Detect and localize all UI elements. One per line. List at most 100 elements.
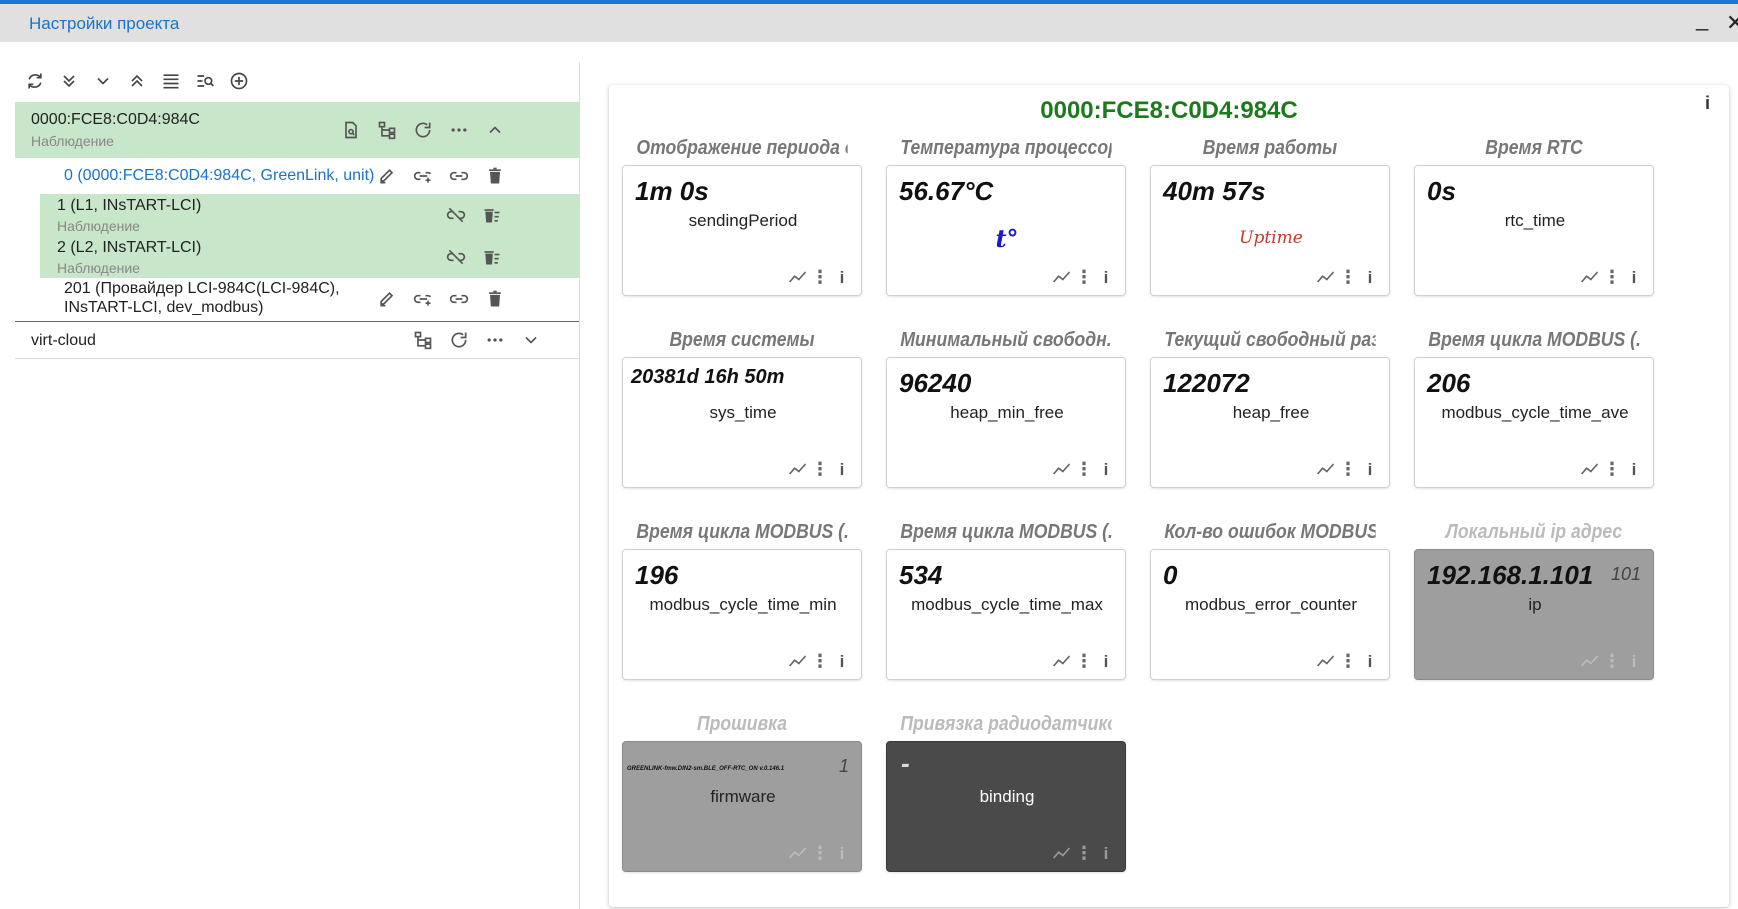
tile-body[interactable]: 96240 heap_min_free ⋮ i: [886, 357, 1126, 488]
add-circle-icon[interactable]: [226, 68, 252, 94]
link-off-icon[interactable]: [438, 200, 474, 230]
link-icon[interactable]: [441, 284, 477, 314]
delete-icon[interactable]: [477, 284, 513, 314]
tile-actions: ⋮ i: [787, 651, 853, 671]
tile-body[interactable]: 192.168.1.101 101 ip ⋮ i: [1414, 549, 1654, 680]
chart-icon[interactable]: [787, 651, 809, 671]
tile-body[interactable]: 40m 57s Uptime ⋮ i: [1150, 165, 1390, 296]
chart-icon[interactable]: [1579, 267, 1601, 287]
info-icon[interactable]: i: [1359, 651, 1381, 671]
chart-icon[interactable]: [1051, 651, 1073, 671]
tile-body[interactable]: 206 modbus_cycle_time_ave ⋮ i: [1414, 357, 1654, 488]
tile-body[interactable]: 56.67°C t° ⋮ i: [886, 165, 1126, 296]
more-vert-icon[interactable]: ⋮: [1073, 843, 1095, 863]
tile-body[interactable]: 0 modbus_error_counter ⋮ i: [1150, 549, 1390, 680]
info-icon[interactable]: i: [1359, 267, 1381, 287]
tree-node-provider[interactable]: 201 (Провайдер LCI-984C(LCI-984C), INsTA…: [15, 278, 579, 320]
more-icon[interactable]: [441, 115, 477, 145]
tree-node-cloud[interactable]: virt-cloud: [15, 322, 579, 358]
chart-icon[interactable]: [1051, 843, 1073, 863]
info-icon[interactable]: i: [831, 267, 853, 287]
reload-icon[interactable]: [441, 325, 477, 355]
info-icon[interactable]: i: [1623, 267, 1645, 287]
more-icon[interactable]: [477, 325, 513, 355]
chart-icon[interactable]: [787, 459, 809, 479]
document-search-icon[interactable]: [333, 115, 369, 145]
chart-icon[interactable]: [1315, 267, 1337, 287]
more-vert-icon[interactable]: ⋮: [1337, 651, 1359, 671]
info-icon[interactable]: i: [1095, 651, 1117, 671]
more-vert-icon[interactable]: ⋮: [1073, 267, 1095, 287]
chart-icon[interactable]: [1315, 459, 1337, 479]
minimize-button[interactable]: _: [1696, 6, 1708, 32]
reload-icon[interactable]: [405, 115, 441, 145]
tile-body[interactable]: 0s rtc_time ⋮ i: [1414, 165, 1654, 296]
tile-actions: ⋮ i: [1051, 843, 1117, 863]
hierarchy-icon[interactable]: [405, 325, 441, 355]
delete-list-icon[interactable]: [474, 200, 510, 230]
panel-divider[interactable]: [579, 62, 580, 909]
list-view-icon[interactable]: [158, 68, 184, 94]
more-vert-icon[interactable]: ⋮: [1337, 267, 1359, 287]
tile-body[interactable]: 196 modbus_cycle_time_min ⋮ i: [622, 549, 862, 680]
more-vert-icon[interactable]: ⋮: [809, 651, 831, 671]
node-label[interactable]: 0 (0000:FCE8:C0D4:984C, GreenLink, unit): [64, 167, 374, 185]
tile-actions: ⋮ i: [787, 459, 853, 479]
link-add-icon[interactable]: [405, 284, 441, 314]
tile-body[interactable]: 1m 0s sendingPeriod ⋮ i: [622, 165, 862, 296]
info-icon[interactable]: i: [831, 459, 853, 479]
edit-icon[interactable]: [369, 161, 405, 191]
delete-list-icon[interactable]: [474, 242, 510, 272]
tile-body[interactable]: 20381d 16h 50m sys_time ⋮ i: [622, 357, 862, 488]
info-icon[interactable]: i: [831, 651, 853, 671]
refresh-icon[interactable]: [22, 68, 48, 94]
collapse-all-icon[interactable]: [124, 68, 150, 94]
tree-node-root[interactable]: 0000:FCE8:C0D4:984C Наблюдение: [15, 102, 579, 158]
chevron-up-icon[interactable]: [477, 115, 513, 145]
close-button[interactable]: ✕: [1726, 10, 1738, 36]
more-vert-icon[interactable]: ⋮: [1337, 459, 1359, 479]
chevron-down-icon[interactable]: [513, 325, 549, 355]
expand-all-icon[interactable]: [56, 68, 82, 94]
info-icon[interactable]: i: [1095, 267, 1117, 287]
info-icon[interactable]: i: [1623, 459, 1645, 479]
tile-body[interactable]: 534 modbus_cycle_time_max ⋮ i: [886, 549, 1126, 680]
link-off-icon[interactable]: [438, 242, 474, 272]
tile-body[interactable]: - binding ⋮ i: [886, 741, 1126, 872]
more-vert-icon[interactable]: ⋮: [809, 459, 831, 479]
more-vert-icon[interactable]: ⋮: [809, 843, 831, 863]
tile-title: Прошивка: [696, 713, 788, 735]
tile-body[interactable]: GREENLINK-fmw.DIN2-sm.BLE_OFF-RTC_ON v.0…: [622, 741, 862, 872]
more-vert-icon[interactable]: ⋮: [1073, 459, 1095, 479]
link-icon[interactable]: [441, 161, 477, 191]
device-title: 0000:FCE8:C0D4:984C: [1040, 97, 1298, 124]
tile-body[interactable]: 122072 heap_free ⋮ i: [1150, 357, 1390, 488]
hierarchy-icon[interactable]: [369, 115, 405, 145]
more-vert-icon[interactable]: ⋮: [1601, 651, 1623, 671]
tree-node-unit[interactable]: 0 (0000:FCE8:C0D4:984C, GreenLink, unit): [15, 158, 579, 194]
info-icon[interactable]: i: [1359, 459, 1381, 479]
more-vert-icon[interactable]: ⋮: [809, 267, 831, 287]
more-vert-icon[interactable]: ⋮: [1073, 651, 1095, 671]
info-icon[interactable]: i: [1705, 93, 1710, 114]
edit-icon[interactable]: [369, 284, 405, 314]
expand-icon[interactable]: [90, 68, 116, 94]
chart-icon[interactable]: [1315, 651, 1337, 671]
chart-icon[interactable]: [1051, 267, 1073, 287]
chart-icon[interactable]: [1051, 459, 1073, 479]
info-icon[interactable]: i: [1095, 843, 1117, 863]
info-icon[interactable]: i: [1095, 459, 1117, 479]
tree-node-l1[interactable]: 1 (L1, INsTART-LCI) Наблюдение: [40, 194, 579, 236]
search-list-icon[interactable]: [192, 68, 218, 94]
link-add-icon[interactable]: [405, 161, 441, 191]
delete-icon[interactable]: [477, 161, 513, 191]
chart-icon[interactable]: [787, 843, 809, 863]
info-icon[interactable]: i: [1623, 651, 1645, 671]
chart-icon[interactable]: [787, 267, 809, 287]
chart-icon[interactable]: [1579, 651, 1601, 671]
info-icon[interactable]: i: [831, 843, 853, 863]
more-vert-icon[interactable]: ⋮: [1601, 459, 1623, 479]
more-vert-icon[interactable]: ⋮: [1601, 267, 1623, 287]
chart-icon[interactable]: [1579, 459, 1601, 479]
tree-node-l2[interactable]: 2 (L2, INsTART-LCI) Наблюдение: [40, 236, 579, 278]
